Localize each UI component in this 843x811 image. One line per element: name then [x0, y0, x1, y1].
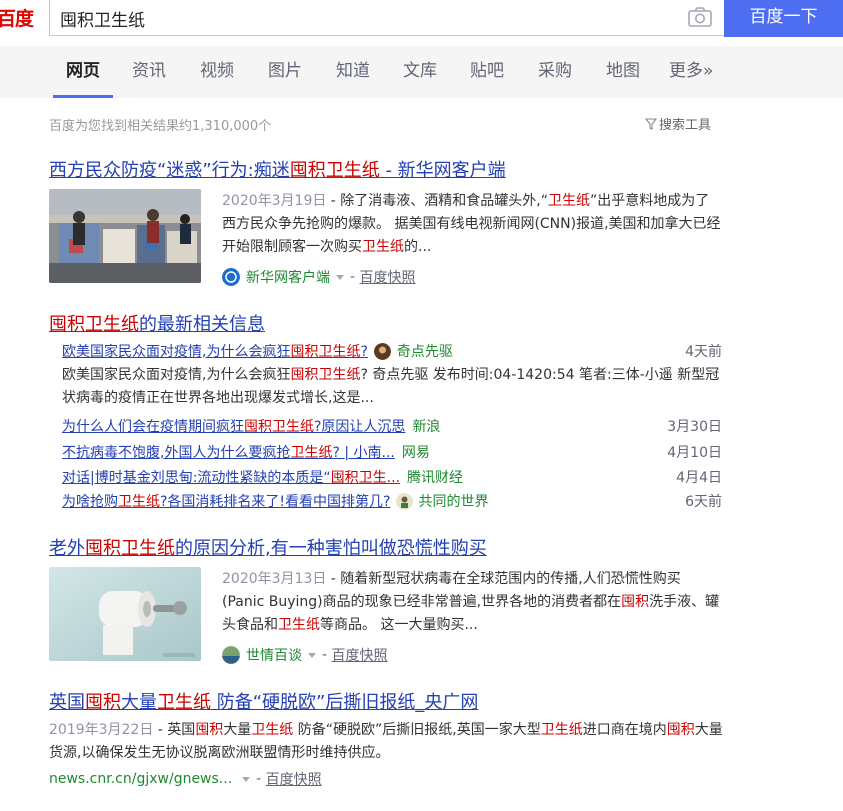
- search-button[interactable]: 百度一下: [724, 0, 843, 37]
- result-date: 2020年3月13日: [222, 571, 327, 587]
- tab-news[interactable]: 资讯: [132, 46, 166, 98]
- search-tabs: 网页 资讯 视频 图片 知道 文库 贴吧 采购 地图 更多»: [0, 46, 843, 98]
- chevron-down-icon[interactable]: [242, 776, 251, 782]
- result-date: 2020年3月19日: [222, 193, 327, 209]
- chevron-down-icon[interactable]: [336, 274, 344, 280]
- result-source-row: 新华网客户端 - 百度快照: [222, 267, 416, 287]
- cache-link[interactable]: 百度快照: [266, 769, 322, 789]
- result-url[interactable]: news.cnr.cn/gjxw/gnews...: [49, 771, 232, 787]
- news-link[interactable]: 对话|博时基金刘思甸:流动性紧缺的本质是“囤积卫生...: [62, 467, 400, 487]
- tab-caigou[interactable]: 采购: [538, 46, 572, 98]
- result-date: 2019年3月22日: [49, 722, 154, 738]
- result-source-name[interactable]: 世情百谈: [246, 645, 302, 665]
- result-source-row: news.cnr.cn/gjxw/gnews... - 百度快照: [49, 769, 322, 789]
- result-title[interactable]: 英国囤积大量卫生纸 防备“硬脱欧”后撕旧报纸_央广网: [49, 688, 478, 714]
- news-source: 共同的世界: [418, 494, 489, 510]
- news-time: 4月10日: [667, 445, 722, 461]
- news-item: 不抗病毒不饱腹,外国人为什么要疯抢卫生纸? | 小南... 网易 4月10日: [62, 440, 722, 464]
- news-source: 奇点先驱: [396, 344, 453, 360]
- shoppers-image: [49, 189, 201, 283]
- news-link[interactable]: 为啥抢购卫生纸?各国消耗排名来了!看看中国排第几?: [62, 491, 390, 511]
- camera-icon[interactable]: [687, 6, 713, 28]
- tab-zhidao[interactable]: 知道: [336, 46, 370, 98]
- news-time: 3月30日: [667, 419, 722, 435]
- news-source: 腾讯财经: [407, 470, 464, 486]
- news-link[interactable]: 为什么人们会在疫情期间疯狂囤积卫生纸?原因让人沉思: [62, 416, 405, 436]
- qidian-avatar-icon: [373, 342, 391, 360]
- result-thumbnail-shoppers[interactable]: [49, 189, 201, 283]
- result-abstract: 2020年3月13日 - 随着新型冠状病毒在全球范围内的传播,人们恐慌性购买(P…: [222, 571, 720, 633]
- search-box[interactable]: [49, 0, 725, 36]
- news-block-title[interactable]: 囤积卫生纸的最新相关信息: [49, 310, 265, 336]
- news-time: 4天前: [685, 344, 722, 360]
- news-summary: 欧美国家民众面对疫情,为什么会疯狂囤积卫生纸? 奇点先驱 发布时间:04-142…: [62, 367, 720, 406]
- tab-wenku[interactable]: 文库: [403, 46, 437, 98]
- tab-video[interactable]: 视频: [200, 46, 234, 98]
- header: 百度 百度一下: [0, 0, 843, 37]
- search-tools-button[interactable]: 搜索工具: [645, 114, 711, 133]
- tab-map[interactable]: 地图: [606, 46, 640, 98]
- result-title[interactable]: 西方民众防疫“迷惑”行为:痴迷囤积卫生纸 - 新华网客户端: [49, 156, 506, 182]
- news-time: 6天前: [685, 494, 722, 510]
- result-thumbnail-toilet-paper[interactable]: [49, 567, 201, 661]
- result-abstract: 2019年3月22日 - 英国囤积大量卫生纸 防备“硬脱欧”后撕旧报纸,英国一家…: [49, 722, 723, 761]
- news-source: 网易: [401, 445, 430, 461]
- news-item: 为什么人们会在疫情期间疯狂囤积卫生纸?原因让人沉思 新浪 3月30日: [62, 414, 722, 438]
- news-link[interactable]: 欧美国家民众面对疫情,为什么会疯狂囤积卫生纸?: [62, 341, 368, 361]
- shiqing-avatar-icon: [222, 646, 240, 664]
- tab-more[interactable]: 更多»: [669, 46, 713, 98]
- cache-link[interactable]: 百度快照: [332, 645, 388, 665]
- result-count: 百度为您找到相关结果约1,310,000个: [49, 119, 272, 134]
- news-item: 为啥抢购卫生纸?各国消耗排名来了!看看中国排第几? 共同的世界 6天前: [62, 489, 722, 513]
- news-item: 欧美国家民众面对疫情,为什么会疯狂囤积卫生纸? 奇点先驱 4天前: [62, 339, 722, 363]
- tab-tieba[interactable]: 贴吧: [470, 46, 504, 98]
- toilet-paper-image: [49, 567, 201, 661]
- tab-web[interactable]: 网页: [53, 46, 113, 98]
- news-time: 4月4日: [676, 470, 722, 486]
- search-tools-label: 搜索工具: [659, 118, 712, 133]
- xinhua-icon: [222, 268, 240, 286]
- cache-link[interactable]: 百度快照: [360, 267, 416, 287]
- result-abstract: 2020年3月19日 - 除了消毒液、酒精和食品罐头外,“卫生纸”出乎意料地成为…: [222, 193, 721, 255]
- baidu-logo[interactable]: 百度: [0, 2, 40, 36]
- news-link[interactable]: 不抗病毒不饱腹,外国人为什么要疯抢卫生纸? | 小南...: [62, 442, 395, 462]
- news-source: 新浪: [412, 419, 441, 435]
- news-item: 对话|博时基金刘思甸:流动性紧缺的本质是“囤积卫生... 腾讯财经 4月4日: [62, 465, 722, 489]
- filter-icon: [645, 117, 657, 130]
- search-input[interactable]: [60, 5, 660, 31]
- result-source-name[interactable]: 新华网客户端: [246, 267, 330, 287]
- tab-images[interactable]: 图片: [268, 46, 302, 98]
- chevron-down-icon[interactable]: [308, 652, 316, 658]
- result-title[interactable]: 老外囤积卫生纸的原因分析,有一种害怕叫做恐慌性购买: [49, 534, 487, 560]
- world-avatar-icon: [396, 492, 414, 510]
- result-source-row: 世情百谈 - 百度快照: [222, 645, 388, 665]
